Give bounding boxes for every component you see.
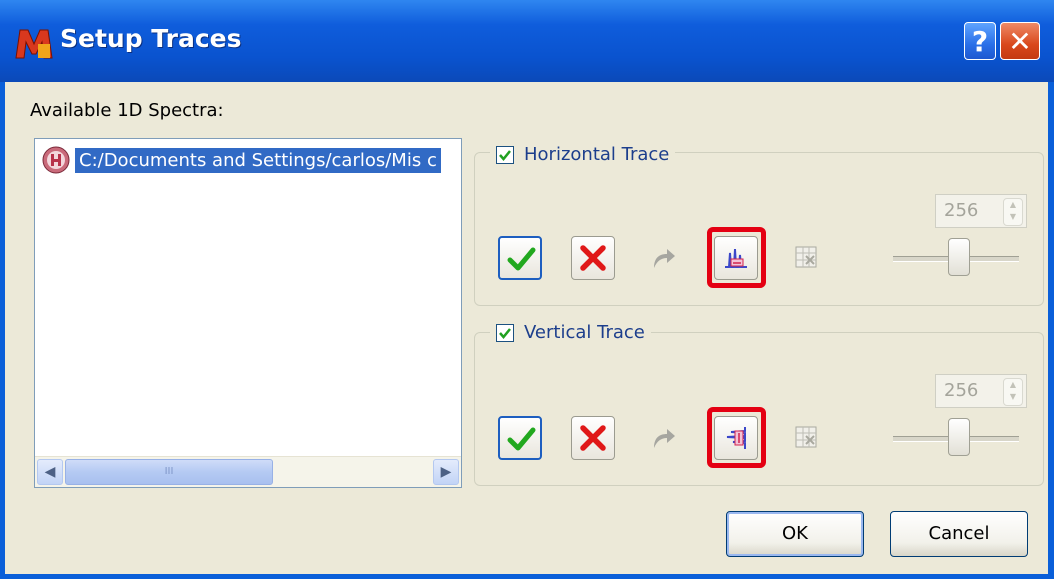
ok-button[interactable]: OK [726,511,864,557]
scroll-left-button[interactable]: ◀ [37,459,63,485]
available-spectra-label: Available 1D Spectra: [30,100,224,121]
h-redo-button[interactable] [642,236,686,280]
setup-traces-window: Setup Traces ? ✕ Available 1D Spectra: C… [0,0,1054,579]
list-item-path: C:/Documents and Settings/carlos/Mis c [75,147,441,173]
x-icon [580,425,606,451]
v-trace-spinbox[interactable]: 256 ▲ ▼ [935,374,1027,408]
help-icon: ? [971,25,989,58]
vertical-trace-legend: Vertical Trace [490,322,651,343]
redo-arrow-icon [654,429,675,448]
horizontal-trace-label: Horizontal Trace [524,144,670,165]
x-icon [580,245,606,271]
v-trace-value: 256 [944,380,979,401]
redo-arrow-icon [654,249,675,268]
window-title: Setup Traces [60,24,242,53]
table-delete-icon [795,246,817,268]
app-logo-icon [15,29,53,59]
close-button[interactable]: ✕ [1000,22,1040,60]
spectra-list[interactable]: C:/Documents and Settings/carlos/Mis c ◀… [34,138,462,488]
vertical-trace-label: Vertical Trace [524,322,645,343]
close-icon: ✕ [1008,25,1032,58]
horizontal-scrollbar[interactable]: ◀ III ▶ [35,456,461,487]
list-item[interactable]: C:/Documents and Settings/carlos/Mis c [41,145,441,175]
v-trace-slider-thumb[interactable] [948,418,970,456]
spin-arrows[interactable]: ▲ ▼ [1003,378,1023,406]
h-trace-spinbox[interactable]: 256 ▲ ▼ [935,194,1027,228]
spectrum-file-icon [42,146,70,174]
table-delete-icon [795,426,817,448]
check-icon [499,149,511,161]
h-apply-button[interactable] [498,236,542,280]
h-clear-button[interactable] [786,236,830,280]
h-trace-highlight [707,227,766,288]
h-trace-slider-thumb[interactable] [948,238,970,276]
scroll-thumb[interactable]: III [65,459,273,485]
vertical-trace-checkbox[interactable] [496,323,514,342]
v-redo-button[interactable] [642,416,686,460]
v-apply-button[interactable] [498,416,542,460]
v-trace-highlight [707,407,766,468]
check-icon [499,327,511,339]
h-trace-value: 256 [944,200,979,221]
scroll-right-button[interactable]: ▶ [433,459,459,485]
check-icon [507,247,536,271]
spin-arrows[interactable]: ▲ ▼ [1003,198,1023,226]
help-button[interactable]: ? [964,22,996,60]
check-icon [507,427,536,451]
arrow-right-icon: ▶ [440,464,452,480]
v-clear-button[interactable] [786,416,830,460]
h-remove-button[interactable] [571,236,615,280]
grip-icon: III [164,466,174,477]
cancel-button[interactable]: Cancel [890,511,1028,557]
v-remove-button[interactable] [571,416,615,460]
horizontal-trace-checkbox[interactable] [496,145,514,164]
title-bar[interactable]: Setup Traces ? ✕ [0,0,1054,82]
arrow-left-icon: ◀ [44,464,56,480]
horizontal-trace-legend: Horizontal Trace [490,144,676,165]
